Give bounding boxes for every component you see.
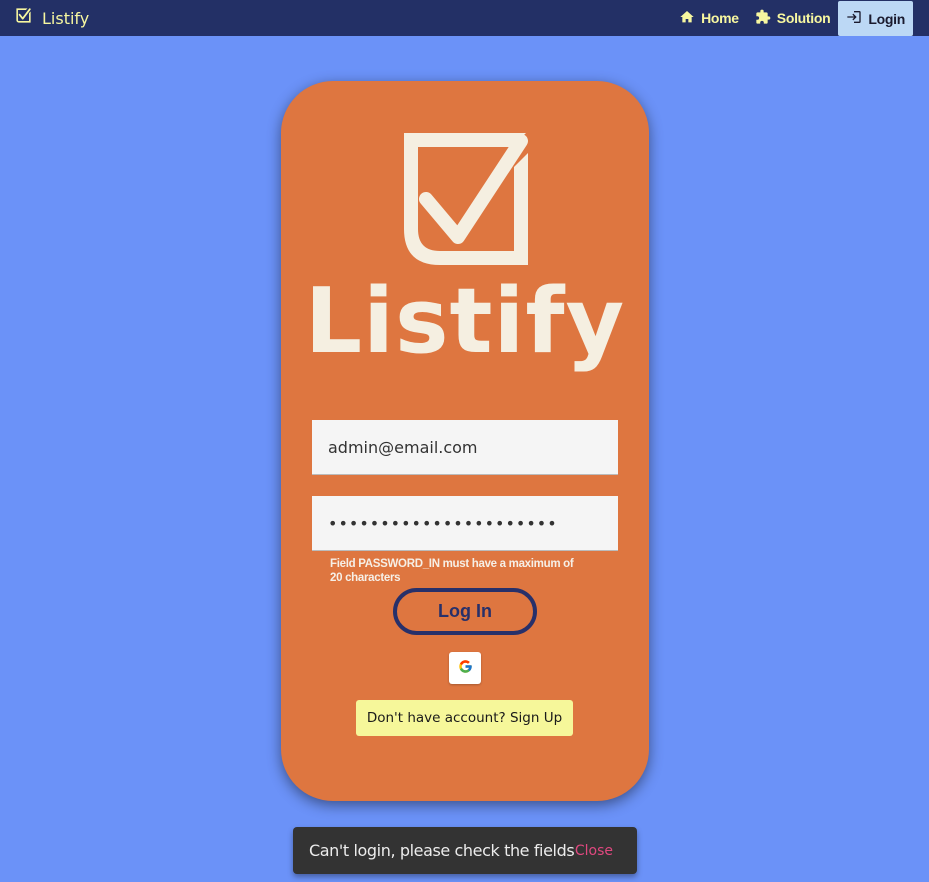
checkbox-logo-icon	[14, 6, 33, 30]
home-icon	[679, 9, 701, 28]
nav-item-home-label: Home	[701, 10, 739, 26]
logo-wordmark: Listify	[304, 269, 626, 374]
password-field[interactable]	[312, 496, 618, 551]
login-icon	[846, 9, 868, 28]
password-error-line2: 20 characters	[330, 572, 401, 584]
nav-item-home[interactable]: Home	[671, 2, 747, 34]
nav-menu: Home Solution Login	[671, 0, 913, 36]
snackbar-close-button[interactable]: Close	[575, 843, 613, 859]
password-error-message: Field PASSWORD_IN must have a maximum of…	[327, 557, 597, 585]
google-icon	[458, 659, 473, 677]
puzzle-icon	[755, 9, 777, 28]
brand-name: Listify	[42, 8, 90, 28]
nav-item-solution-label: Solution	[776, 10, 831, 26]
nav-item-login-label: Login	[868, 10, 905, 27]
google-signin-button[interactable]	[449, 652, 481, 684]
top-navbar: Listify Home Solution Login	[0, 0, 929, 36]
nav-item-solution[interactable]: Solution	[747, 2, 839, 34]
signup-button[interactable]: Don't have account? Sign Up	[356, 700, 573, 736]
email-field[interactable]	[312, 420, 618, 475]
error-snackbar: Can't login, please check the fields Clo…	[293, 827, 637, 874]
nav-item-login[interactable]: Login	[838, 1, 913, 36]
login-button[interactable]: Log In	[393, 588, 537, 635]
brand-link[interactable]: Listify	[14, 6, 89, 30]
password-error-line1: Field PASSWORD_IN must have a maximum of	[330, 558, 574, 570]
snackbar-message: Can't login, please check the fields	[309, 841, 575, 860]
